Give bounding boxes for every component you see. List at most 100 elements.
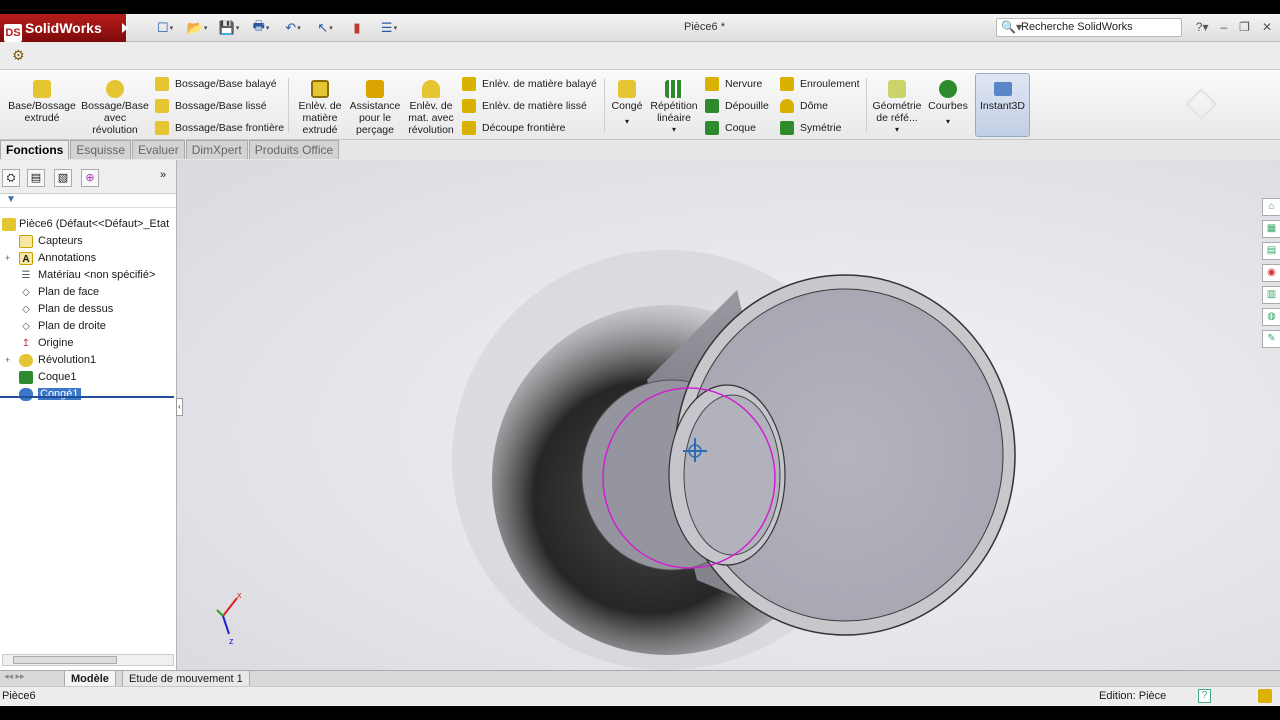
tab-produits-office[interactable]: Produits Office <box>248 140 340 159</box>
hole-wizard-label: Assistance pour le perçage <box>349 100 401 136</box>
rollback-bar[interactable] <box>0 396 174 398</box>
configuration-manager-icon[interactable]: ▧ <box>54 169 72 187</box>
print-icon[interactable]: 🖶 ▾ <box>248 18 274 37</box>
property-manager-icon[interactable]: ▤ <box>27 169 45 187</box>
scroll-thumb[interactable] <box>13 656 117 664</box>
mirror-button[interactable]: Symétrie <box>780 120 841 136</box>
rebuild-icon[interactable]: ▮ <box>344 19 370 37</box>
tab-evaluer[interactable]: Evaluer <box>132 140 185 159</box>
tab-fonctions[interactable]: Fonctions <box>0 140 70 159</box>
tree-item-label: Plan de face <box>38 286 100 298</box>
shell-button[interactable]: Coque <box>705 120 756 136</box>
restore-icon[interactable]: ❐ <box>1239 20 1250 34</box>
reference-geometry-button[interactable]: Géométrie de réfé... ▾ <box>870 80 924 136</box>
new-document-icon[interactable]: ☐ ▾ <box>152 19 178 37</box>
instant3d-button[interactable]: Instant3D <box>975 73 1030 137</box>
file-explorer-icon[interactable]: ▤ <box>1262 242 1280 260</box>
tab-esquisse[interactable]: Esquisse <box>70 140 132 159</box>
swept-boss-button[interactable]: Bossage/Base balayé <box>155 76 277 92</box>
tree-item-conge1[interactable]: Congé1 <box>0 386 176 403</box>
tree-item-plan-de-droite[interactable]: ◇ Plan de droite <box>0 318 176 335</box>
tree-item-coque1[interactable]: Coque1 <box>0 369 176 386</box>
fillet-button[interactable]: Congé ▾ <box>608 80 646 128</box>
fillet-feature-icon <box>19 388 33 401</box>
expand-icon[interactable]: + <box>5 352 10 369</box>
fillet-dropdown-icon[interactable]: ▾ <box>608 116 646 128</box>
curves-button[interactable]: Courbes ▾ <box>926 80 970 128</box>
open-folder-icon[interactable]: 📂 ▾ <box>184 19 210 37</box>
shell-icon <box>705 121 719 135</box>
tree-root[interactable]: Pièce6 (Défaut<<Défaut>_Etat <box>0 216 176 233</box>
feature-manager-icon[interactable]: ⛭ <box>2 169 20 187</box>
origin-icon: ↥ <box>21 338 31 349</box>
expand-icon[interactable]: + <box>5 250 10 267</box>
solidworks-logo[interactable]: DS SolidWorks <box>0 14 128 42</box>
tree-item-capteurs[interactable]: Capteurs <box>0 233 176 250</box>
help-icon[interactable]: ?▾ <box>1196 20 1209 34</box>
search-placeholder: Recherche SolidWorks <box>1021 21 1133 33</box>
extruded-boss-button[interactable]: Base/Bossage extrudé <box>8 80 76 124</box>
hole-wizard-button[interactable]: Assistance pour le perçage <box>348 80 402 136</box>
tree-item-plan-de-dessus[interactable]: ◇ Plan de dessus <box>0 301 176 318</box>
tree-item-label-selected: Congé1 <box>38 388 81 400</box>
appearances-icon[interactable]: ◍ <box>1262 308 1280 326</box>
lofted-cut-label: Enlèv. de matière lissé <box>482 100 587 112</box>
revolved-cut-button[interactable]: Enlèv. de mat. avec révolution <box>405 80 457 136</box>
rib-button[interactable]: Nervure <box>705 76 762 92</box>
tab-dimxpert[interactable]: DimXpert <box>185 140 248 159</box>
status-bar: Pièce6 Edition: Pièce ? <box>0 686 1280 706</box>
dimxpert-manager-icon[interactable]: ⊕ <box>81 169 99 187</box>
wrap-button[interactable]: Enroulement <box>780 76 860 92</box>
boundary-cut-button[interactable]: Découpe frontière <box>462 120 565 136</box>
undo-icon[interactable]: ↶ ▾ <box>280 19 306 37</box>
tree-item-origine[interactable]: ↥ Origine <box>0 335 176 352</box>
revolved-boss-button[interactable]: Bossage/Base avec révolution <box>80 80 150 136</box>
part-model: x z <box>216 250 1016 670</box>
refgeom-dropdown-icon[interactable]: ▾ <box>870 124 924 136</box>
mirror-label: Symétrie <box>800 122 842 134</box>
custom-properties-icon[interactable]: ✎ <box>1262 330 1280 348</box>
swept-cut-icon <box>462 77 476 91</box>
tab-modele[interactable]: Modèle <box>64 671 116 687</box>
draft-button[interactable]: Dépouille <box>705 98 769 114</box>
options-icon[interactable]: ☰ ▾ <box>376 19 402 37</box>
swept-cut-button[interactable]: Enlèv. de matière balayé <box>462 76 597 92</box>
graphics-area[interactable]: x z <box>177 140 1280 670</box>
tree-item-annotations[interactable]: + A Annotations <box>0 250 176 267</box>
search-input[interactable]: 🔍▾ Recherche SolidWorks <box>996 18 1182 37</box>
lofted-boss-icon <box>155 99 169 113</box>
tab-scroll-arrows-icon[interactable]: ◂◂ ▸▸ <box>4 671 25 682</box>
tree-horizontal-scrollbar[interactable] <box>2 654 174 666</box>
view-palette-icon[interactable]: ▥ <box>1262 286 1280 304</box>
filter-icon[interactable]: ▼ <box>0 194 176 208</box>
linear-pattern-button[interactable]: Répétition linéaire ▾ <box>648 80 700 136</box>
pattern-dropdown-icon[interactable]: ▾ <box>648 124 700 136</box>
minimize-icon[interactable]: – <box>1220 20 1227 34</box>
search-results-icon[interactable]: ◉ <box>1262 264 1280 282</box>
curves-dropdown-icon[interactable]: ▾ <box>926 116 970 128</box>
dome-button[interactable]: Dôme <box>780 98 828 114</box>
close-icon[interactable]: ✕ <box>1262 20 1272 34</box>
extruded-cut-button[interactable]: Enlèv. de matière extrudé <box>295 80 345 136</box>
boundary-boss-button[interactable]: Bossage/Base frontière <box>155 120 284 136</box>
lofted-cut-button[interactable]: Enlèv. de matière lissé <box>462 98 587 114</box>
resources-icon[interactable]: ⌂ <box>1262 198 1280 216</box>
save-icon[interactable]: 💾 ▾ <box>216 19 242 37</box>
design-library-icon[interactable]: ▦ <box>1262 220 1280 238</box>
select-arrow-icon[interactable]: ↖ ▾ <box>312 19 338 37</box>
extrude-boss-icon <box>33 80 51 98</box>
boundary-cut-icon <box>462 121 476 135</box>
options-gear-icon[interactable]: ⚙ <box>12 47 25 64</box>
boundary-cut-label: Découpe frontière <box>482 122 566 134</box>
panel-collapse-handle[interactable]: ‹ <box>176 398 183 416</box>
tab-etude-mouvement[interactable]: Etude de mouvement 1 <box>122 671 250 687</box>
tree-item-revolution1[interactable]: + Révolution1 <box>0 352 176 369</box>
tree-item-label: Capteurs <box>38 235 83 247</box>
tags-icon[interactable] <box>1258 689 1272 703</box>
tree-item-plan-de-face[interactable]: ◇ Plan de face <box>0 284 176 301</box>
lofted-boss-button[interactable]: Bossage/Base lissé <box>155 98 267 114</box>
quick-tips-icon[interactable]: ? <box>1198 689 1211 703</box>
tree-item-materiau[interactable]: ☰ Matériau <non spécifié> <box>0 267 176 284</box>
expand-tabs-icon[interactable]: » <box>160 169 166 181</box>
lofted-cut-icon <box>462 99 476 113</box>
